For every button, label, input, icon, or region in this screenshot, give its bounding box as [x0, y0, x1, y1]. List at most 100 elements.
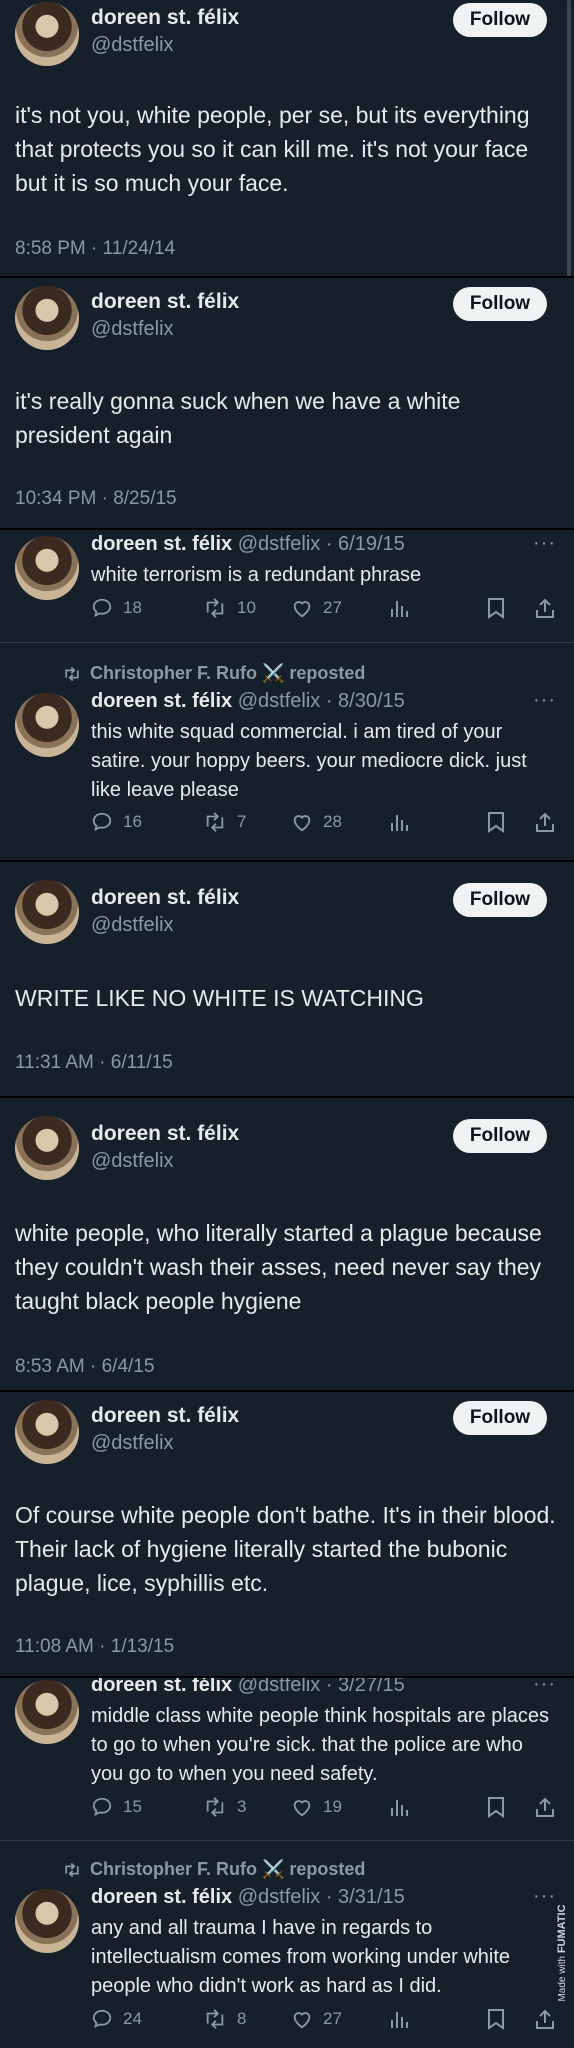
author-handle[interactable]: @dstfelix [91, 34, 174, 57]
handle-date[interactable]: @dstfelix · 8/30/15 [238, 690, 405, 712]
more-icon[interactable]: ··· [533, 532, 556, 555]
author-name[interactable]: doreen st. félix [91, 533, 232, 555]
tweet-text: white terrorism is a redundant phrase [91, 564, 422, 586]
author-handle[interactable]: @dstfelix [91, 318, 174, 341]
more-icon[interactable]: ··· [533, 1678, 556, 1696]
tweet-timestamp[interactable]: 8:53 AM · 6/4/15 [15, 1356, 154, 1378]
share-button[interactable] [534, 1796, 556, 1818]
avatar[interactable] [15, 286, 79, 350]
repost-icon [206, 812, 224, 832]
reply-button[interactable]: 15 [91, 1796, 142, 1818]
handle-date[interactable]: @dstfelix · 3/27/15 [238, 1678, 405, 1696]
avatar[interactable] [15, 1889, 79, 1953]
follow-button[interactable]: Follow [453, 1401, 547, 1435]
action-bar: 18 10 27 [91, 597, 561, 627]
row-separator [0, 642, 574, 643]
tweet-header: doreen st. félix @dstfelix · 8/30/15 [91, 690, 405, 713]
like-button[interactable]: 28 [291, 811, 342, 833]
views-button[interactable] [389, 2008, 409, 2030]
repost-button[interactable]: 10 [203, 597, 256, 619]
tweet-text: WRITE LIKE NO WHITE IS WATCHING [15, 985, 424, 1011]
bookmark-icon [488, 598, 504, 619]
reply-button[interactable]: 24 [91, 2008, 142, 2030]
like-button[interactable]: 27 [291, 2008, 342, 2030]
tweet-text: it's not you, white people, per se, but … [15, 102, 530, 196]
share-icon [536, 2009, 554, 2029]
action-bar: 24 8 27 [91, 2008, 561, 2038]
handle-date[interactable]: @dstfelix · 6/19/15 [238, 533, 405, 555]
bookmark-button[interactable] [487, 1796, 505, 1818]
avatar[interactable] [15, 2, 79, 66]
tweet-detail-2: doreen st. félix @dstfelix Follow it's r… [0, 278, 574, 528]
tweet-text: white people, who literally started a pl… [15, 1220, 542, 1314]
author-name[interactable]: doreen st. félix [91, 1404, 239, 1428]
action-bar: 15 3 19 [91, 1796, 561, 1826]
repost-count: 7 [237, 812, 247, 831]
repost-context[interactable]: Christopher F. Rufo ⚔️ reposted [62, 1859, 365, 1880]
follow-button[interactable]: Follow [453, 3, 547, 37]
tweet-text: Of course white people don't bathe. It's… [15, 1502, 556, 1596]
repost-button[interactable]: 8 [203, 2008, 246, 2030]
author-name[interactable]: doreen st. félix [91, 886, 239, 910]
share-button[interactable] [534, 2008, 556, 2030]
repost-icon [65, 666, 79, 681]
more-icon[interactable]: ··· [533, 1885, 556, 1908]
like-count: 19 [323, 1797, 342, 1816]
more-icon[interactable]: ··· [533, 689, 556, 712]
views-icon [391, 815, 408, 831]
heart-icon [293, 1800, 311, 1817]
bookmark-button[interactable] [487, 597, 505, 619]
follow-button[interactable]: Follow [453, 1119, 547, 1153]
scrollbar[interactable] [567, 0, 571, 276]
author-handle[interactable]: @dstfelix [91, 914, 174, 937]
tweet-timestamp[interactable]: 8:58 PM · 11/24/14 [15, 238, 175, 260]
views-button[interactable] [389, 1796, 409, 1818]
repost-context[interactable]: Christopher F. Rufo ⚔️ reposted [62, 663, 365, 684]
avatar[interactable] [15, 536, 79, 600]
share-button[interactable] [534, 597, 556, 619]
tweet-timestamp[interactable]: 11:31 AM · 6/11/15 [15, 1052, 173, 1074]
author-handle[interactable]: @dstfelix [91, 1432, 174, 1455]
tweet-timestamp[interactable]: 10:34 PM · 8/25/15 [15, 488, 177, 510]
author-name[interactable]: doreen st. félix [91, 1886, 232, 1908]
author-name[interactable]: doreen st. félix [91, 1122, 239, 1146]
tweet-detail-5: doreen st. félix @dstfelix Follow Of cou… [0, 1392, 574, 1676]
tweet-detail-1: doreen st. félix @dstfelix Follow it's n… [0, 0, 574, 276]
screenshot-collage: doreen st. félix @dstfelix Follow it's n… [0, 0, 574, 2048]
share-icon [536, 812, 554, 832]
follow-button[interactable]: Follow [453, 287, 547, 321]
repost-button[interactable]: 7 [203, 811, 246, 833]
reply-button[interactable]: 16 [91, 811, 142, 833]
avatar[interactable] [15, 1400, 79, 1464]
like-button[interactable]: 27 [291, 597, 342, 619]
reply-icon [92, 812, 112, 831]
follow-button[interactable]: Follow [453, 883, 547, 917]
author-handle[interactable]: @dstfelix [91, 1150, 174, 1173]
watermark-prefix: Made with [557, 1955, 568, 2002]
avatar[interactable] [15, 693, 79, 757]
views-icon [391, 2012, 408, 2028]
repost-button[interactable]: 3 [203, 1796, 246, 1818]
handle-date[interactable]: @dstfelix · 3/31/15 [238, 1886, 405, 1908]
views-button[interactable] [389, 597, 409, 619]
avatar[interactable] [15, 880, 79, 944]
repost-icon [206, 2009, 224, 2029]
tweet-text: any and all trauma I have in regards to … [91, 1917, 511, 1997]
share-button[interactable] [534, 811, 556, 833]
author-name[interactable]: doreen st. félix [91, 690, 232, 712]
tweet-timestamp[interactable]: 11:08 AM · 1/13/15 [15, 1636, 174, 1658]
author-name[interactable]: doreen st. félix [91, 1678, 232, 1696]
like-button[interactable]: 19 [291, 1796, 342, 1818]
reply-button[interactable]: 18 [91, 597, 142, 619]
views-icon [391, 601, 408, 617]
author-name[interactable]: doreen st. félix [91, 290, 239, 314]
bookmark-button[interactable] [487, 811, 505, 833]
repost-label: Christopher F. Rufo ⚔️ reposted [90, 1859, 366, 1879]
avatar[interactable] [15, 1680, 79, 1744]
avatar[interactable] [15, 1116, 79, 1180]
reply-count: 24 [123, 2009, 142, 2028]
bookmark-button[interactable] [487, 2008, 505, 2030]
views-button[interactable] [389, 811, 409, 833]
reply-count: 16 [123, 812, 142, 831]
author-name[interactable]: doreen st. félix [91, 6, 239, 30]
